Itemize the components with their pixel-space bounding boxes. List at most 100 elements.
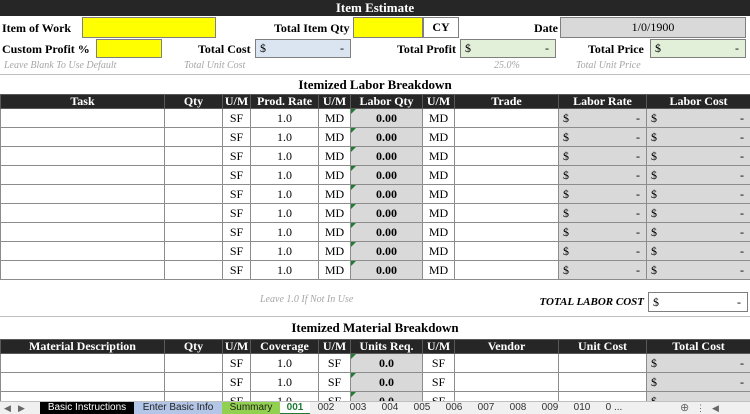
- labor-rate-cell[interactable]: $ -: [558, 127, 647, 147]
- prod-rate-cell[interactable]: 1.0: [250, 108, 319, 128]
- total-labor-cost-cell[interactable]: $ -: [648, 292, 748, 312]
- col-vendor[interactable]: Vendor: [454, 339, 559, 354]
- labor-qty-cell[interactable]: 0.00: [350, 203, 423, 223]
- labor-um-cell[interactable]: MD: [422, 146, 455, 166]
- task-cell[interactable]: [0, 146, 165, 166]
- trade-cell[interactable]: [454, 184, 559, 204]
- prod-rate-cell[interactable]: 1.0: [250, 165, 319, 185]
- labor-cost-cell[interactable]: $ -: [646, 241, 750, 261]
- qty-cell[interactable]: [164, 203, 223, 223]
- plus-circle-icon[interactable]: ⊕: [680, 402, 689, 414]
- labor-cost-cell[interactable]: $ -: [646, 222, 750, 242]
- labor-cost-cell[interactable]: $ -: [646, 165, 750, 185]
- labor-qty-cell[interactable]: 0.00: [350, 146, 423, 166]
- req-um-cell[interactable]: SF: [422, 353, 455, 373]
- coverage-cell[interactable]: 1.0: [250, 372, 319, 392]
- prod-rate-cell[interactable]: 1.0: [250, 241, 319, 261]
- labor-um-cell[interactable]: MD: [422, 222, 455, 242]
- task-cell[interactable]: [0, 203, 165, 223]
- um-cell[interactable]: SF: [222, 260, 251, 280]
- qty-cell[interactable]: [164, 353, 223, 373]
- um-cell[interactable]: SF: [222, 222, 251, 242]
- total-cost-cell[interactable]: $-: [646, 353, 750, 373]
- labor-rate-cell[interactable]: $ -: [558, 203, 647, 223]
- col-qty[interactable]: Qty: [164, 94, 223, 109]
- trade-cell[interactable]: [454, 127, 559, 147]
- prod-rate-cell[interactable]: 1.0: [250, 127, 319, 147]
- vendor-cell[interactable]: [454, 353, 559, 373]
- req-um-cell[interactable]: SF: [422, 372, 455, 392]
- vendor-cell[interactable]: [454, 372, 559, 392]
- um-cell[interactable]: SF: [222, 108, 251, 128]
- labor-cost-cell[interactable]: $ -: [646, 184, 750, 204]
- labor-um-cell[interactable]: MD: [422, 260, 455, 280]
- sheet-tab[interactable]: 008: [502, 402, 534, 414]
- labor-rate-cell[interactable]: $ -: [558, 241, 647, 261]
- material-description-cell[interactable]: [0, 353, 165, 373]
- sheet-tab[interactable]: 007: [470, 402, 502, 414]
- sheet-tab[interactable]: 010: [566, 402, 598, 414]
- chevron-left-icon[interactable]: ◀: [4, 402, 11, 414]
- sheet-tab[interactable]: 006: [438, 402, 470, 414]
- col-labor-rate[interactable]: Labor Rate: [558, 94, 647, 109]
- task-cell[interactable]: [0, 184, 165, 204]
- col-units-req[interactable]: Units Req.: [350, 339, 423, 354]
- labor-rate-cell[interactable]: $ -: [558, 222, 647, 242]
- rate-um-cell[interactable]: MD: [318, 241, 351, 261]
- col-unit-cost[interactable]: Unit Cost: [558, 339, 647, 354]
- prod-rate-cell[interactable]: 1.0: [250, 146, 319, 166]
- col-coverage-um[interactable]: U/M: [318, 339, 351, 354]
- col-coverage[interactable]: Coverage: [250, 339, 319, 354]
- unit-cost-cell[interactable]: [558, 372, 647, 392]
- labor-cost-cell[interactable]: $ -: [646, 203, 750, 223]
- qty-cell[interactable]: [164, 127, 223, 147]
- prod-rate-cell[interactable]: 1.0: [250, 260, 319, 280]
- labor-um-cell[interactable]: MD: [422, 203, 455, 223]
- ellipsis-icon[interactable]: ⋮: [696, 402, 705, 414]
- custom-profit-input[interactable]: [96, 39, 162, 58]
- qty-cell[interactable]: [164, 372, 223, 392]
- labor-qty-cell[interactable]: 0.00: [350, 108, 423, 128]
- sheet-tab[interactable]: 005: [406, 402, 438, 414]
- scroll-left-icon[interactable]: ◀: [712, 402, 719, 414]
- qty-cell[interactable]: [164, 260, 223, 280]
- task-cell[interactable]: [0, 260, 165, 280]
- col-rate-um[interactable]: U/M: [318, 94, 351, 109]
- sheet-tab[interactable]: 003: [342, 402, 374, 414]
- date-cell[interactable]: 1/0/1900: [560, 17, 746, 38]
- labor-rate-cell[interactable]: $ -: [558, 108, 647, 128]
- qty-cell[interactable]: [164, 184, 223, 204]
- rate-um-cell[interactable]: MD: [318, 146, 351, 166]
- units-req-cell[interactable]: 0.0: [350, 353, 423, 373]
- rate-um-cell[interactable]: MD: [318, 127, 351, 147]
- qty-cell[interactable]: [164, 222, 223, 242]
- sheet-tab[interactable]: 002: [310, 402, 342, 414]
- sheet-tab[interactable]: 0 ...: [598, 402, 630, 414]
- coverage-cell[interactable]: 1.0: [250, 353, 319, 373]
- sheet-tab[interactable]: Basic Instructions: [40, 402, 134, 414]
- task-cell[interactable]: [0, 127, 165, 147]
- labor-rate-cell[interactable]: $ -: [558, 146, 647, 166]
- rate-um-cell[interactable]: MD: [318, 203, 351, 223]
- um-cell[interactable]: SF: [222, 372, 251, 392]
- unit-cell[interactable]: CY: [423, 17, 459, 38]
- col-labor-cost[interactable]: Labor Cost: [646, 94, 750, 109]
- labor-qty-cell[interactable]: 0.00: [350, 165, 423, 185]
- task-cell[interactable]: [0, 165, 165, 185]
- labor-cost-cell[interactable]: $ -: [646, 108, 750, 128]
- labor-um-cell[interactable]: MD: [422, 184, 455, 204]
- unit-cost-cell[interactable]: [558, 353, 647, 373]
- um-cell[interactable]: SF: [222, 127, 251, 147]
- rate-um-cell[interactable]: MD: [318, 260, 351, 280]
- rate-um-cell[interactable]: MD: [318, 165, 351, 185]
- task-cell[interactable]: [0, 108, 165, 128]
- trade-cell[interactable]: [454, 241, 559, 261]
- task-cell[interactable]: [0, 222, 165, 242]
- col-trade[interactable]: Trade: [454, 94, 559, 109]
- item-of-work-input[interactable]: [82, 17, 216, 38]
- sheet-tab[interactable]: Enter Basic Info: [134, 402, 222, 414]
- col-task[interactable]: Task: [0, 94, 165, 109]
- labor-cost-cell[interactable]: $ -: [646, 127, 750, 147]
- col-prod-rate[interactable]: Prod. Rate: [250, 94, 319, 109]
- trade-cell[interactable]: [454, 260, 559, 280]
